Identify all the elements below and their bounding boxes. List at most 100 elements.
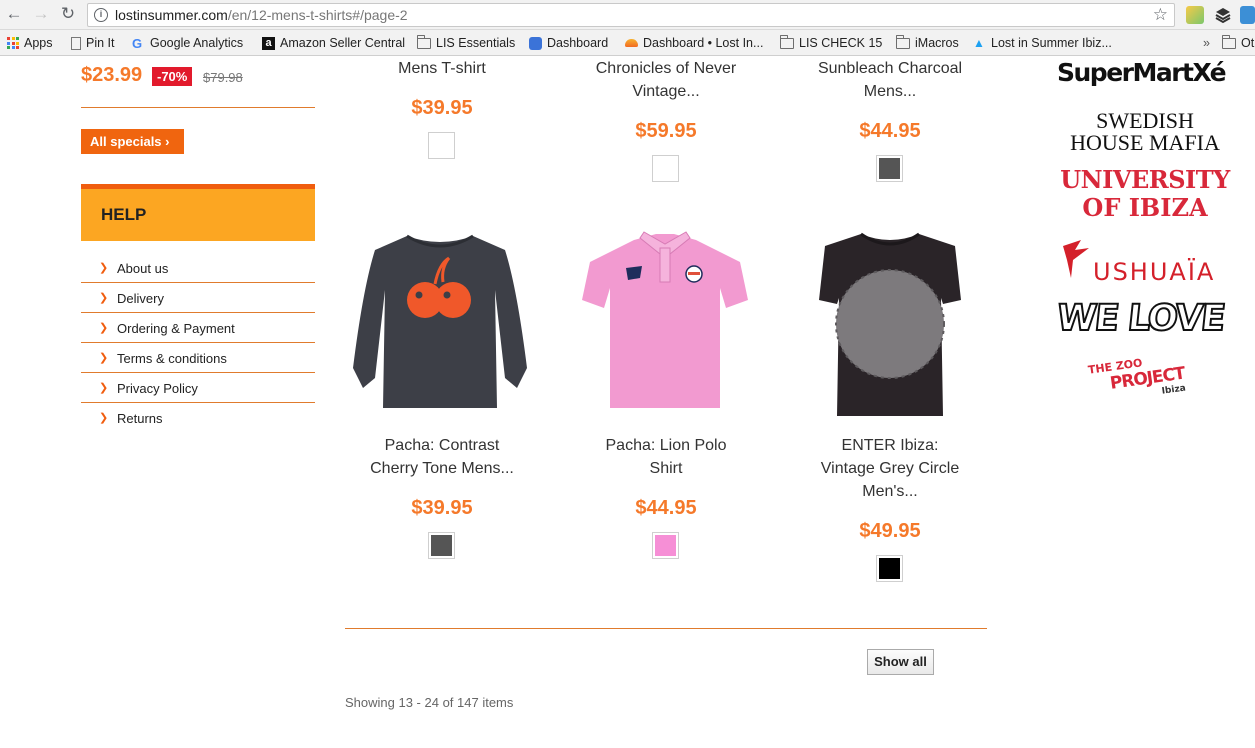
list-divider	[345, 628, 987, 629]
brand-name: WE LOVE	[1054, 297, 1227, 340]
product-price: $44.95	[859, 120, 921, 142]
product-name-link[interactable]: Chronicles of Never Vintage...	[566, 57, 766, 103]
help-item-about-us[interactable]: ❯ About us	[81, 253, 315, 283]
help-item-label: About us	[117, 261, 169, 276]
bookmarks-overflow-icon[interactable]: »	[1203, 34, 1210, 52]
all-specials-label: All specials	[90, 134, 162, 149]
brand-logo-university-of-ibiza[interactable]: UNIVERSITY OF IBIZA	[1057, 166, 1233, 226]
brand-name-line: UNIVERSITY	[1060, 165, 1230, 194]
brand-name: USHUAÏA	[1093, 258, 1216, 286]
bookmark-label: LIS CHECK 15	[799, 36, 883, 50]
help-header: HELP	[81, 184, 315, 241]
color-swatch[interactable]	[652, 532, 679, 559]
product-name-line: Chronicles of Never	[595, 60, 737, 77]
folder-icon	[779, 34, 794, 49]
brand-logo-zoo-project[interactable]: THE ZOO PROJECT Ibiza	[1087, 349, 1203, 412]
old-price: $79.98	[203, 70, 243, 85]
bookmark-dashboard-lost-in[interactable]: Dashboard • Lost In...	[625, 34, 763, 52]
bookmark-label: LIS Essentials	[436, 36, 516, 50]
help-title: HELP	[101, 205, 147, 224]
help-item-label: Ordering & Payment	[117, 321, 235, 336]
product-name-link[interactable]: Sunbleach Charcoal Mens...	[790, 57, 990, 103]
bookmark-label: Pin It	[86, 36, 115, 50]
brand-logo-ushuaia[interactable]: USHUAÏA	[1057, 238, 1233, 288]
address-url[interactable]: lostinsummer.com/en/12-mens-t-shirts#/pa…	[115, 7, 408, 23]
chevron-right-icon: ❯	[99, 262, 109, 274]
bookmark-lost-in-summer-ibiza[interactable]: ▲ Lost in Summer Ibiz...	[973, 34, 1112, 52]
product-image-cherry-tshirt[interactable]	[345, 228, 535, 418]
bookmark-label: Dashboard	[547, 36, 609, 50]
product-name-link[interactable]: Pacha: Contrast Cherry Tone Mens...	[342, 434, 542, 480]
bookmark-star-icon[interactable]: ☆	[1153, 5, 1168, 25]
layers-extension-icon[interactable]	[1214, 6, 1232, 24]
product-image-lion-polo[interactable]	[570, 228, 760, 418]
reload-icon[interactable]: ↻	[58, 4, 78, 24]
help-item-delivery[interactable]: ❯ Delivery	[81, 283, 315, 313]
product-name-line: Men's...	[862, 483, 918, 500]
help-item-label: Terms & conditions	[117, 351, 227, 366]
bookmark-dashboard[interactable]: Dashboard	[529, 34, 608, 52]
extension-icon-2[interactable]	[1240, 6, 1255, 24]
extension-icon[interactable]	[1186, 6, 1204, 24]
color-swatch[interactable]	[876, 155, 903, 182]
help-item-returns[interactable]: ❯ Returns	[81, 403, 315, 433]
bookmark-amazon-seller-central[interactable]: a Amazon Seller Central	[262, 34, 405, 52]
help-item-terms-conditions[interactable]: ❯ Terms & conditions	[81, 343, 315, 373]
product-name-line: Cherry Tone Mens...	[370, 460, 514, 477]
help-item-privacy-policy[interactable]: ❯ Privacy Policy	[81, 373, 315, 403]
product-price: $49.95	[859, 520, 921, 542]
site-info-icon[interactable]: i	[94, 8, 108, 22]
bookmark-lis-essentials[interactable]: LIS Essentials	[416, 34, 516, 52]
product-name-line: Vintage Grey Circle	[820, 460, 960, 477]
product-name-line: Shirt	[649, 460, 683, 477]
bookmark-apps[interactable]: Apps	[7, 34, 53, 52]
folder-icon	[416, 34, 431, 49]
sun-icon	[625, 39, 638, 47]
bookmark-label: Dashboard • Lost In...	[643, 36, 764, 50]
bookmark-lis-check-15[interactable]: LIS CHECK 15	[779, 34, 883, 52]
folder-icon	[1221, 34, 1236, 49]
back-icon[interactable]: ←	[4, 4, 24, 24]
product-name-link[interactable]: Pacha: Lion Polo Shirt	[566, 434, 766, 480]
bookmark-label: Lost in Summer Ibiz...	[991, 36, 1112, 50]
product-price: $59.95	[635, 120, 697, 142]
brand-logo-supermartxe[interactable]: SuperMartXé	[1057, 58, 1233, 92]
help-item-ordering-payment[interactable]: ❯ Ordering & Payment	[81, 313, 315, 343]
product-name-line: Mens...	[863, 83, 917, 100]
chevron-right-icon: ❯	[99, 412, 109, 424]
product-name-line: Pacha: Lion Polo	[605, 437, 727, 454]
product-name-line: Mens T-shirt	[398, 60, 486, 77]
bookmark-google-analytics[interactable]: G Google Analytics	[132, 34, 243, 52]
bookmark-label: iMacros	[915, 36, 959, 50]
product-image-vintage-grey-circle[interactable]	[795, 228, 985, 418]
color-swatch[interactable]	[652, 155, 679, 182]
color-swatch[interactable]	[876, 555, 903, 582]
bookmarks-bar: Apps Pin It G Google Analytics a Amazon …	[0, 30, 1255, 56]
show-all-button[interactable]: Show all	[867, 649, 934, 675]
product-name-link[interactable]: ENTER Ibiza: Vintage Grey Circle Men's...	[790, 434, 990, 503]
address-bar[interactable]: i lostinsummer.com/en/12-mens-t-shirts#/…	[87, 3, 1175, 27]
product-name-line: Pacha: Contrast	[384, 437, 500, 454]
brand-name-line: SWEDISH	[1096, 108, 1194, 133]
discount-badge: -70%	[152, 67, 193, 86]
sidebar-divider	[81, 107, 315, 108]
swatch-color	[431, 535, 452, 556]
bookmark-other[interactable]: Ot	[1221, 34, 1254, 52]
product-name-line: Sunbleach Charcoal	[817, 60, 963, 77]
chevron-right-icon: ›	[165, 134, 170, 149]
bookmark-imacros[interactable]: iMacros	[895, 34, 959, 52]
color-swatch[interactable]	[428, 132, 455, 159]
forward-icon[interactable]: →	[31, 4, 51, 24]
browser-toolbar: ← → ↻ i lostinsummer.com/en/12-mens-t-sh…	[0, 0, 1255, 30]
special-price: $23.99	[81, 64, 143, 86]
bookmark-pin-it[interactable]: Pin It	[71, 34, 115, 52]
hummingbird-icon	[1063, 240, 1089, 278]
all-specials-button[interactable]: All specials ›	[81, 129, 184, 154]
brand-logo-swedish-house-mafia[interactable]: SWEDISH HOUSE MAFIA	[1057, 110, 1233, 158]
url-host: lostinsummer.com	[115, 7, 228, 23]
apps-grid-icon	[7, 37, 19, 49]
product-name-link[interactable]: Mens T-shirt	[342, 57, 542, 80]
help-item-label: Privacy Policy	[117, 381, 198, 396]
brand-logo-we-love[interactable]: WE LOVE	[1054, 297, 1233, 344]
color-swatch[interactable]	[428, 532, 455, 559]
